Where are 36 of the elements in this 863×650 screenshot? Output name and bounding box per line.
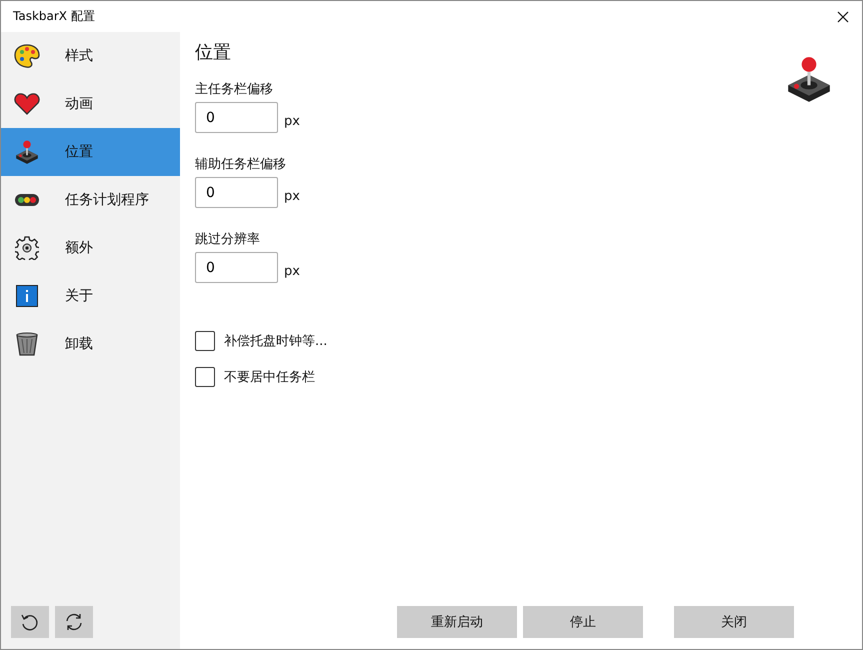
input-field[interactable]: 0: [195, 177, 278, 208]
sidebar-item[interactable]: 额外: [1, 224, 180, 272]
field-label: 主任务栏偏移: [195, 81, 274, 98]
heart-icon: [14, 92, 40, 116]
traffic-light-icon: [14, 193, 40, 207]
checkbox[interactable]: [195, 331, 215, 351]
joystick-icon: [14, 139, 40, 165]
sidebar-item[interactable]: 任务计划程序: [1, 176, 180, 224]
palette-icon: [14, 43, 40, 69]
field-label: 辅助任务栏偏移: [195, 156, 287, 173]
sidebar-item[interactable]: 动画: [1, 80, 180, 128]
checkbox[interactable]: [195, 367, 215, 387]
undo-button[interactable]: [11, 606, 49, 638]
sidebar-item[interactable]: 卸载: [1, 320, 180, 368]
refresh-button[interactable]: [55, 606, 93, 638]
sidebar-item[interactable]: 位置: [1, 128, 180, 176]
undo-icon: [20, 612, 40, 632]
action-button[interactable]: 关闭: [674, 606, 794, 638]
input-field[interactable]: 0: [195, 252, 278, 283]
close-button[interactable]: [836, 10, 850, 24]
input-field[interactable]: 0: [195, 102, 278, 133]
action-button[interactable]: 重新启动: [397, 606, 517, 638]
unit-label: px: [284, 114, 300, 131]
window-title: TaskbarX 配置: [13, 8, 95, 25]
unit-label: px: [284, 189, 300, 206]
sidebar-item[interactable]: 关于: [1, 272, 180, 320]
unit-label: px: [284, 264, 300, 281]
action-button[interactable]: 停止: [523, 606, 643, 638]
checkbox-label: 不要居中任务栏: [224, 369, 315, 386]
checkbox-label: 补偿托盘时钟等...: [224, 333, 328, 350]
info-icon: [16, 285, 38, 307]
gear-icon: [15, 236, 39, 260]
trash-icon: [16, 332, 38, 356]
field-label: 跳过分辨率: [195, 231, 261, 248]
page-heading: 位置: [195, 41, 232, 64]
sidebar-item[interactable]: 样式: [1, 32, 180, 80]
